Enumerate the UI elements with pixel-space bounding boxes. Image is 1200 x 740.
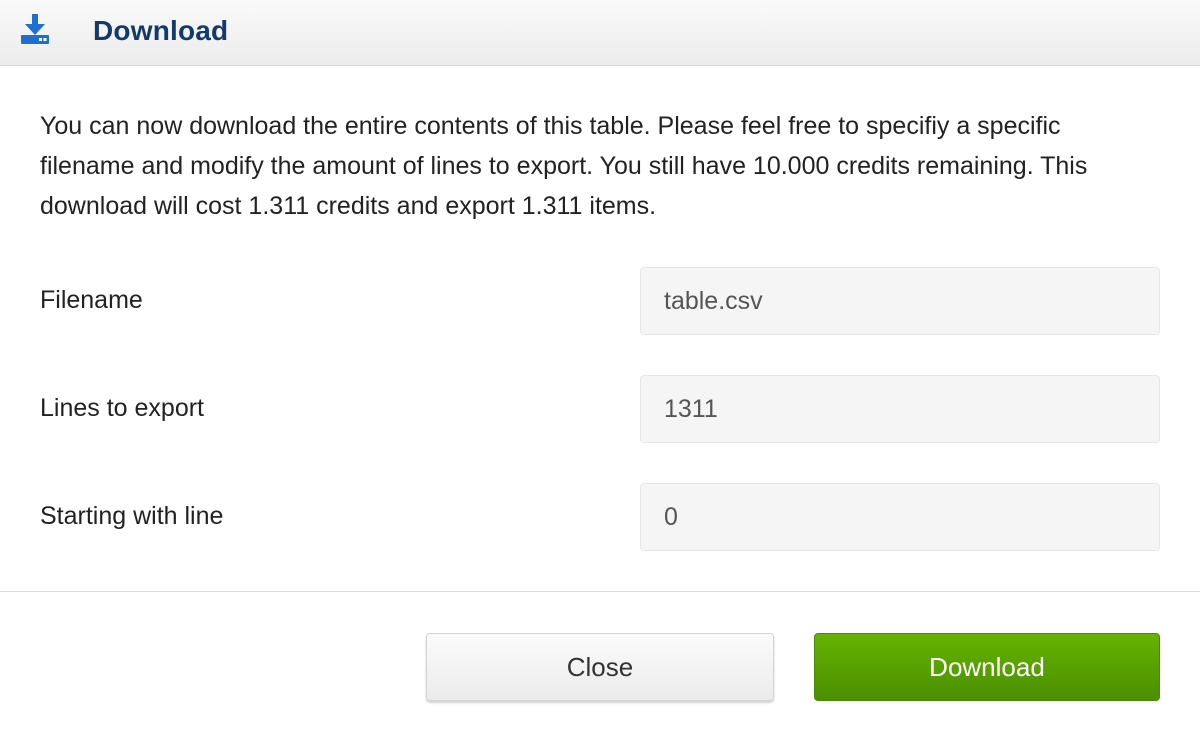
filename-label: Filename xyxy=(40,286,143,314)
lines-to-export-label: Lines to export xyxy=(40,394,204,422)
intro-text: You can now download the entire contents… xyxy=(40,112,1088,220)
filename-input[interactable] xyxy=(640,267,1160,335)
dialog-header: Download xyxy=(0,0,1200,66)
dialog-title: Download xyxy=(93,15,229,46)
lines-to-export-input[interactable] xyxy=(640,375,1160,443)
download-button[interactable]: Download xyxy=(814,633,1160,701)
footer-divider xyxy=(0,591,1200,592)
starting-line-input[interactable] xyxy=(640,483,1160,551)
download-icon xyxy=(20,14,50,44)
starting-line-label: Starting with line xyxy=(40,502,224,530)
download-dialog: Download You can now download the entire… xyxy=(0,0,1200,740)
close-button[interactable]: Close xyxy=(426,633,774,701)
